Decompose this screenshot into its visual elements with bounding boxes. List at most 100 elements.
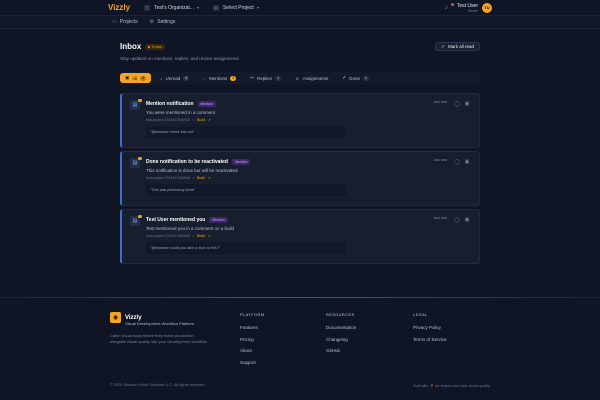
mark-all-read-button[interactable]: ✓ Mark all read <box>435 42 480 51</box>
mark-all-read-label: Mark all read <box>447 44 474 49</box>
footer-col-resources: RESOURCES Documentation Changelog GitHub <box>326 313 356 360</box>
mention-tag: Mention <box>197 101 216 107</box>
user-role: Owner <box>467 8 478 13</box>
page-title: Inbox <box>120 42 142 51</box>
tab-unread[interactable]: ♪ Unread 6 <box>155 73 194 83</box>
project-name: Select Project <box>222 4 254 11</box>
footer-brand-name: Vizzly <box>125 314 142 321</box>
external-link-icon: ↗ <box>207 176 211 180</box>
project-id: test-project-1764447540946 <box>146 176 190 180</box>
footer-link-changelog[interactable]: Changelog <box>326 337 356 349</box>
unread-dot <box>138 156 142 160</box>
notification-body: You were mentioned in a comment <box>146 110 216 115</box>
footer-link-documentation[interactable]: Documentation <box>326 325 356 337</box>
tab-mentions-label: Mentions <box>208 75 228 81</box>
notification-body: Test mentioned you in a comment on a bui… <box>146 226 235 231</box>
notification-meta: test-project-1764447540946 • Build ↗ <box>146 118 211 122</box>
nav-settings[interactable]: ⚙ Settings <box>150 19 176 25</box>
tab-done-label: Done <box>349 75 360 81</box>
nav-settings-label: Settings <box>157 19 176 25</box>
app-logo[interactable]: Vizzly <box>108 3 130 12</box>
notification-dot <box>450 2 454 6</box>
footer-heading: PLATFORM <box>240 313 265 317</box>
user-info[interactable]: Test User Owner <box>457 3 478 13</box>
footer-tagline: Visual Development Workflow Platform <box>125 321 194 326</box>
check-icon[interactable]: ◯ <box>454 159 460 165</box>
nav-projects-label: Projects <box>119 19 138 25</box>
chat-icon: ◌ <box>203 75 206 81</box>
notification-bell-icon[interactable]: ♪ <box>445 2 454 11</box>
footer-link-about[interactable]: About <box>240 348 264 360</box>
notification-title: Test User mentioned you <box>146 217 206 223</box>
footer-col-platform: PLATFORM Features Pricing About Support <box>240 313 264 371</box>
build-link[interactable]: Build <box>197 234 205 238</box>
footer-heading: RESOURCES <box>326 313 355 317</box>
external-link-icon: ↗ <box>207 234 211 238</box>
archive-icon[interactable]: ▣ <box>464 217 470 223</box>
build-link[interactable]: Build <box>197 176 205 180</box>
notification-title: Done notification to be reactivated <box>146 159 228 165</box>
tab-all[interactable]: ▣ All 6 <box>120 73 152 83</box>
nav-projects[interactable]: ▭ Projects <box>112 19 138 25</box>
notification-card[interactable]: ▤ Mention notification Mention You were m… <box>120 93 480 148</box>
tab-all-label: All <box>132 75 138 81</box>
project-id: test-project-1764447540946 <box>146 234 190 238</box>
chat-icon: ▤ <box>130 156 142 168</box>
filter-tabs: ▣ All 6 ♪ Unread 6 ◌ Mentions 3 ↩ Replie… <box>120 72 480 84</box>
tab-unread-label: Unread <box>165 75 181 81</box>
inbox-icon: ▣ <box>125 75 130 80</box>
tab-mentions[interactable]: ◌ Mentions 3 <box>198 73 241 83</box>
build-link[interactable]: Build <box>197 118 205 122</box>
check-icon[interactable]: ◯ <box>454 217 460 223</box>
folder-icon: ▭ <box>212 4 219 11</box>
comment-quote: "This was previously done" <box>146 184 346 196</box>
notification-time: Just now <box>433 216 447 220</box>
new-count-badge: 6 new <box>145 43 165 50</box>
notification-body: This notification is done but will be re… <box>146 168 238 173</box>
check-icon: ✔ <box>342 75 347 80</box>
tab-unread-count: 6 <box>183 75 190 81</box>
chevron-down-icon: ▾ <box>256 5 259 10</box>
tab-mentions-count: 3 <box>230 75 237 81</box>
footer-link-privacy[interactable]: Privacy Policy <box>413 325 447 337</box>
chat-icon: ▤ <box>130 214 142 226</box>
project-switcher[interactable]: ▭ Select Project ▾ <box>212 4 259 11</box>
built-with-post: for teams who care about quality <box>435 383 490 388</box>
sub-nav: ▭ Projects ⚙ Settings <box>0 15 600 29</box>
notification-meta: test-project-1764447540946 • Build ↗ <box>146 234 211 238</box>
unread-dot <box>138 98 142 102</box>
unread-dot <box>138 214 142 218</box>
org-switcher[interactable]: T Test's Organizat... ▾ <box>144 4 199 11</box>
notification-card[interactable]: ▤ Done notification to be reactivated Men… <box>120 151 480 206</box>
tab-assignments[interactable]: ☺ Assignments <box>290 73 333 83</box>
user-icon: ☺ <box>295 75 300 81</box>
gear-icon: ⚙ <box>149 19 155 25</box>
archive-icon[interactable]: ▣ <box>464 159 470 165</box>
comment-quote: "@testuser check this out" <box>146 126 346 138</box>
tab-replies[interactable]: ↩ Replies 1 <box>245 73 286 83</box>
notification-title: Mention notification <box>146 101 194 107</box>
tab-done[interactable]: ✔ Done 1 <box>337 73 374 83</box>
avatar[interactable]: TU <box>482 2 492 13</box>
top-bar: Vizzly T Test's Organizat... ▾ ▭ Select … <box>0 0 600 15</box>
page-subtitle: Stay updated on mentions, replies, and r… <box>120 56 239 61</box>
footer-link-github[interactable]: GitHub <box>326 348 356 360</box>
user-area: ♪ Test User Owner TU <box>445 2 492 13</box>
check-icon[interactable]: ◯ <box>454 101 460 107</box>
footer-description: Catch visual bugs before they reach prod… <box>110 333 208 344</box>
footer-brand: ◉ Vizzly Visual Development Workflow Pla… <box>110 312 220 344</box>
double-check-icon: ✓ <box>441 43 445 49</box>
notification-meta: test-project-1764447540946 • Build ↗ <box>146 176 211 180</box>
tab-done-count: 1 <box>362 75 369 81</box>
archive-icon[interactable]: ▣ <box>464 101 470 107</box>
tab-assignments-label: Assignments <box>302 75 329 81</box>
mention-tag: Mention <box>209 217 228 223</box>
folder-icon: ▭ <box>112 19 117 25</box>
tab-all-count: 6 <box>140 75 147 81</box>
footer-link-features[interactable]: Features <box>240 325 264 337</box>
footer-link-terms[interactable]: Terms of Service <box>413 337 447 349</box>
mention-tag: Mention <box>231 159 251 165</box>
notification-card[interactable]: ▤ Test User mentioned you Mention Test me… <box>120 209 480 264</box>
footer-link-support[interactable]: Support <box>240 360 264 372</box>
footer-link-pricing[interactable]: Pricing <box>240 337 264 349</box>
